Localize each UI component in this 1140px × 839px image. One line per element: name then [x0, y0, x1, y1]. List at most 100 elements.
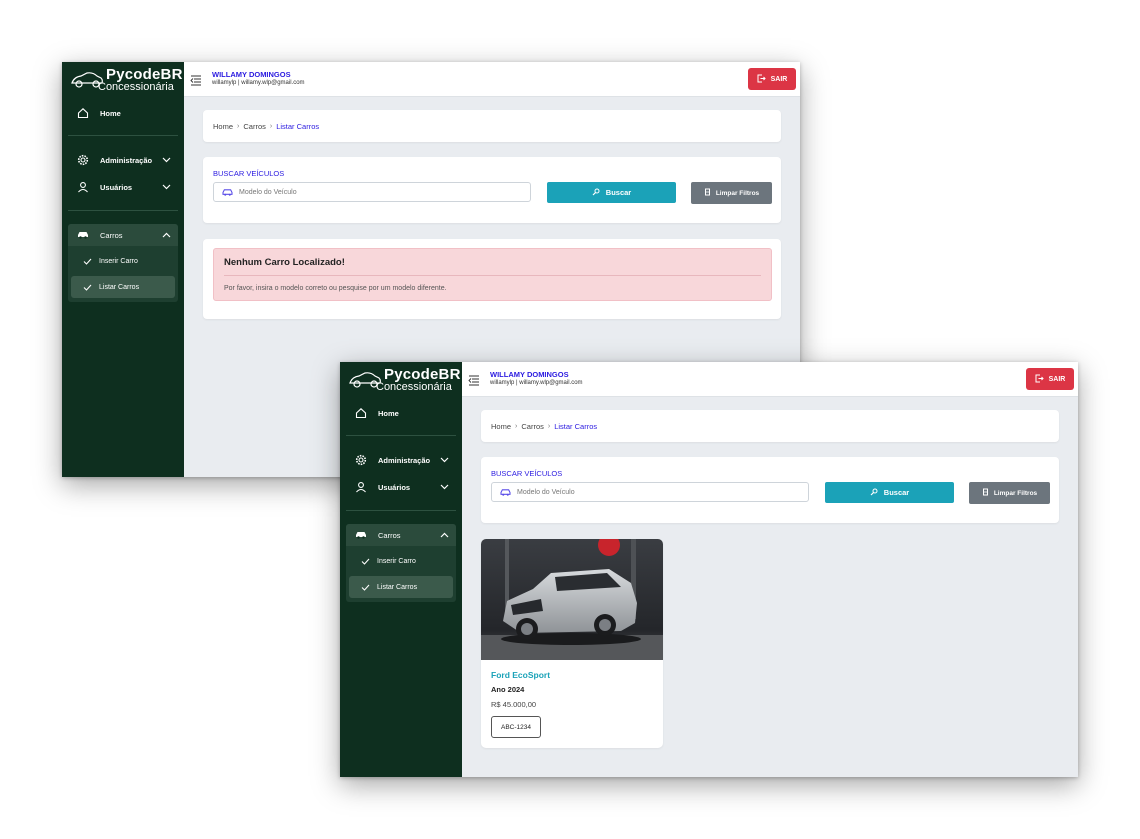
- sidebar-item-usuarios[interactable]: Usuários: [68, 176, 178, 198]
- sidebar-item-administracao[interactable]: Administração: [346, 449, 456, 471]
- breadcrumb: Home › Carros › Listar Carros: [203, 110, 781, 142]
- sidebar-divider: [68, 135, 178, 136]
- breadcrumb-home[interactable]: Home: [491, 422, 511, 431]
- breadcrumb-current: Listar Carros: [554, 422, 598, 431]
- car-icon: [222, 188, 233, 197]
- user-icon: [354, 480, 368, 494]
- topbar: WILLAMY DOMINGOS willamylp | willamy.wlp…: [462, 362, 1078, 397]
- search-button[interactable]: Buscar: [825, 482, 954, 503]
- chevron-right-icon: ›: [269, 123, 273, 130]
- brand-subtitle: Concessionária: [376, 381, 452, 393]
- user-name: WILLAMY DOMINGOS: [490, 370, 569, 379]
- sidebar-item-carros[interactable]: Carros: [68, 224, 178, 246]
- sidebar-item-usuarios[interactable]: Usuários: [346, 476, 456, 498]
- chevron-right-icon: ›: [515, 423, 518, 430]
- sidebar-item-label: Usuários: [378, 482, 411, 492]
- clear-filters-button[interactable]: Limpar Filtros: [969, 482, 1050, 504]
- sidebar-divider: [346, 435, 456, 436]
- alert-title: Nenhum Carro Localizado!: [224, 257, 345, 268]
- chevron-down-icon: [162, 155, 172, 165]
- logout-label: SAIR: [770, 75, 788, 83]
- breadcrumb-home[interactable]: Home: [213, 122, 233, 131]
- sidebar-item-label: Listar Carros: [377, 583, 418, 591]
- sidebar-item-label: Listar Carros: [99, 283, 140, 291]
- car-icon: [76, 228, 90, 242]
- search-button-label: Buscar: [605, 188, 632, 197]
- user-icon: [76, 180, 90, 194]
- logout-button[interactable]: SAIR: [748, 68, 796, 90]
- clear-filters-button[interactable]: Limpar Filtros: [691, 182, 772, 204]
- breadcrumb-carros[interactable]: Carros: [243, 122, 266, 131]
- search-icon: [870, 488, 878, 498]
- app-window-results: PycodeBR Concessionária Home Administraç…: [340, 362, 1078, 777]
- sidebar-item-label: Carros: [378, 530, 401, 540]
- check-icon: [83, 284, 93, 291]
- eraser-icon: [982, 488, 989, 498]
- sidebar-item-home[interactable]: Home: [68, 102, 178, 124]
- sidebar-item-label: Home: [100, 108, 121, 118]
- vehicle-model-input[interactable]: Modelo do Veículo: [491, 482, 809, 502]
- sidebar-group-carros: Carros Inserir Carro Listar Carros: [346, 524, 456, 602]
- chevron-right-icon: ›: [547, 423, 551, 430]
- car-title[interactable]: Ford EcoSport: [491, 670, 550, 680]
- sidebar-item-label: Home: [378, 408, 399, 418]
- topbar: WILLAMY DOMINGOS willamylp | willamy.wlp…: [184, 62, 800, 97]
- menu-toggle-icon[interactable]: [468, 373, 480, 386]
- chevron-right-icon: ›: [237, 123, 240, 130]
- house-icon: [354, 406, 368, 420]
- sidebar-item-inserir-carro[interactable]: Inserir Carro: [349, 550, 453, 572]
- breadcrumb: Home › Carros › Listar Carros: [481, 410, 1059, 442]
- check-icon: [361, 558, 371, 565]
- user-info: willamylp | willamy.wlp@gmail.com: [490, 380, 583, 386]
- eraser-icon: [704, 188, 711, 198]
- chevron-up-icon: [162, 230, 172, 240]
- breadcrumb-carros[interactable]: Carros: [521, 422, 544, 431]
- search-card: BUSCAR VEÍCULOS Modelo do Veículo Buscar…: [203, 157, 781, 223]
- chevron-up-icon: [440, 530, 450, 540]
- alert-divider: [224, 275, 761, 276]
- check-icon: [361, 584, 371, 591]
- sidebar-item-listar-carros[interactable]: Listar Carros: [71, 276, 175, 298]
- alert-message: Por favor, insira o modelo correto ou pe…: [224, 285, 447, 292]
- menu-toggle-icon[interactable]: [190, 73, 202, 86]
- sidebar-item-label: Carros: [100, 230, 123, 240]
- car-icon: [354, 528, 368, 542]
- sidebar-item-carros[interactable]: Carros: [346, 524, 456, 546]
- sidebar-item-label: Administração: [100, 155, 153, 165]
- empty-result-alert: Nenhum Carro Localizado! Por favor, insi…: [213, 248, 772, 301]
- vehicle-model-input[interactable]: Modelo do Veículo: [213, 182, 531, 202]
- check-icon: [83, 258, 93, 265]
- logout-button[interactable]: SAIR: [1026, 368, 1074, 390]
- sidebar-item-inserir-carro[interactable]: Inserir Carro: [71, 250, 175, 272]
- house-icon: [76, 106, 90, 120]
- brand-logo[interactable]: PycodeBR Concessionária: [70, 65, 182, 93]
- search-card: BUSCAR VEÍCULOS Modelo do Veículo Buscar…: [481, 457, 1059, 523]
- sidebar-item-home[interactable]: Home: [346, 402, 456, 424]
- sidebar-item-label: Administração: [378, 455, 431, 465]
- sidebar-group-carros: Carros Inserir Carro Listar Carros: [68, 224, 178, 302]
- sidebar-item-listar-carros[interactable]: Listar Carros: [349, 576, 453, 598]
- car-card[interactable]: Ford EcoSport Ano 2024 R$ 45.000,00 ABC-…: [481, 539, 663, 748]
- car-year: Ano 2024: [491, 685, 525, 694]
- sidebar-item-administracao[interactable]: Administração: [68, 149, 178, 171]
- car-price: R$ 45.000,00: [491, 700, 537, 709]
- car-plate-badge: ABC-1234: [491, 716, 541, 738]
- empty-result-card: Nenhum Carro Localizado! Por favor, insi…: [203, 239, 781, 319]
- search-title: BUSCAR VEÍCULOS: [491, 469, 563, 478]
- search-icon: [592, 188, 600, 198]
- logout-label: SAIR: [1048, 375, 1066, 383]
- breadcrumb-current: Listar Carros: [276, 122, 320, 131]
- logout-icon: [757, 74, 766, 85]
- gear-icon: [354, 453, 368, 467]
- search-placeholder: Modelo do Veículo: [517, 488, 575, 496]
- car-photo: [481, 539, 663, 660]
- search-button-label: Buscar: [883, 488, 910, 497]
- clear-filters-label: Limpar Filtros: [715, 189, 760, 197]
- sidebar: PycodeBR Concessionária Home Administraç…: [340, 362, 462, 777]
- user-name: WILLAMY DOMINGOS: [212, 70, 291, 79]
- sidebar-item-carros-row: Carros: [346, 524, 456, 546]
- chevron-down-icon: [162, 182, 172, 192]
- search-button[interactable]: Buscar: [547, 182, 676, 203]
- logout-icon: [1035, 374, 1044, 385]
- brand-logo[interactable]: PycodeBR Concessionária: [348, 365, 460, 393]
